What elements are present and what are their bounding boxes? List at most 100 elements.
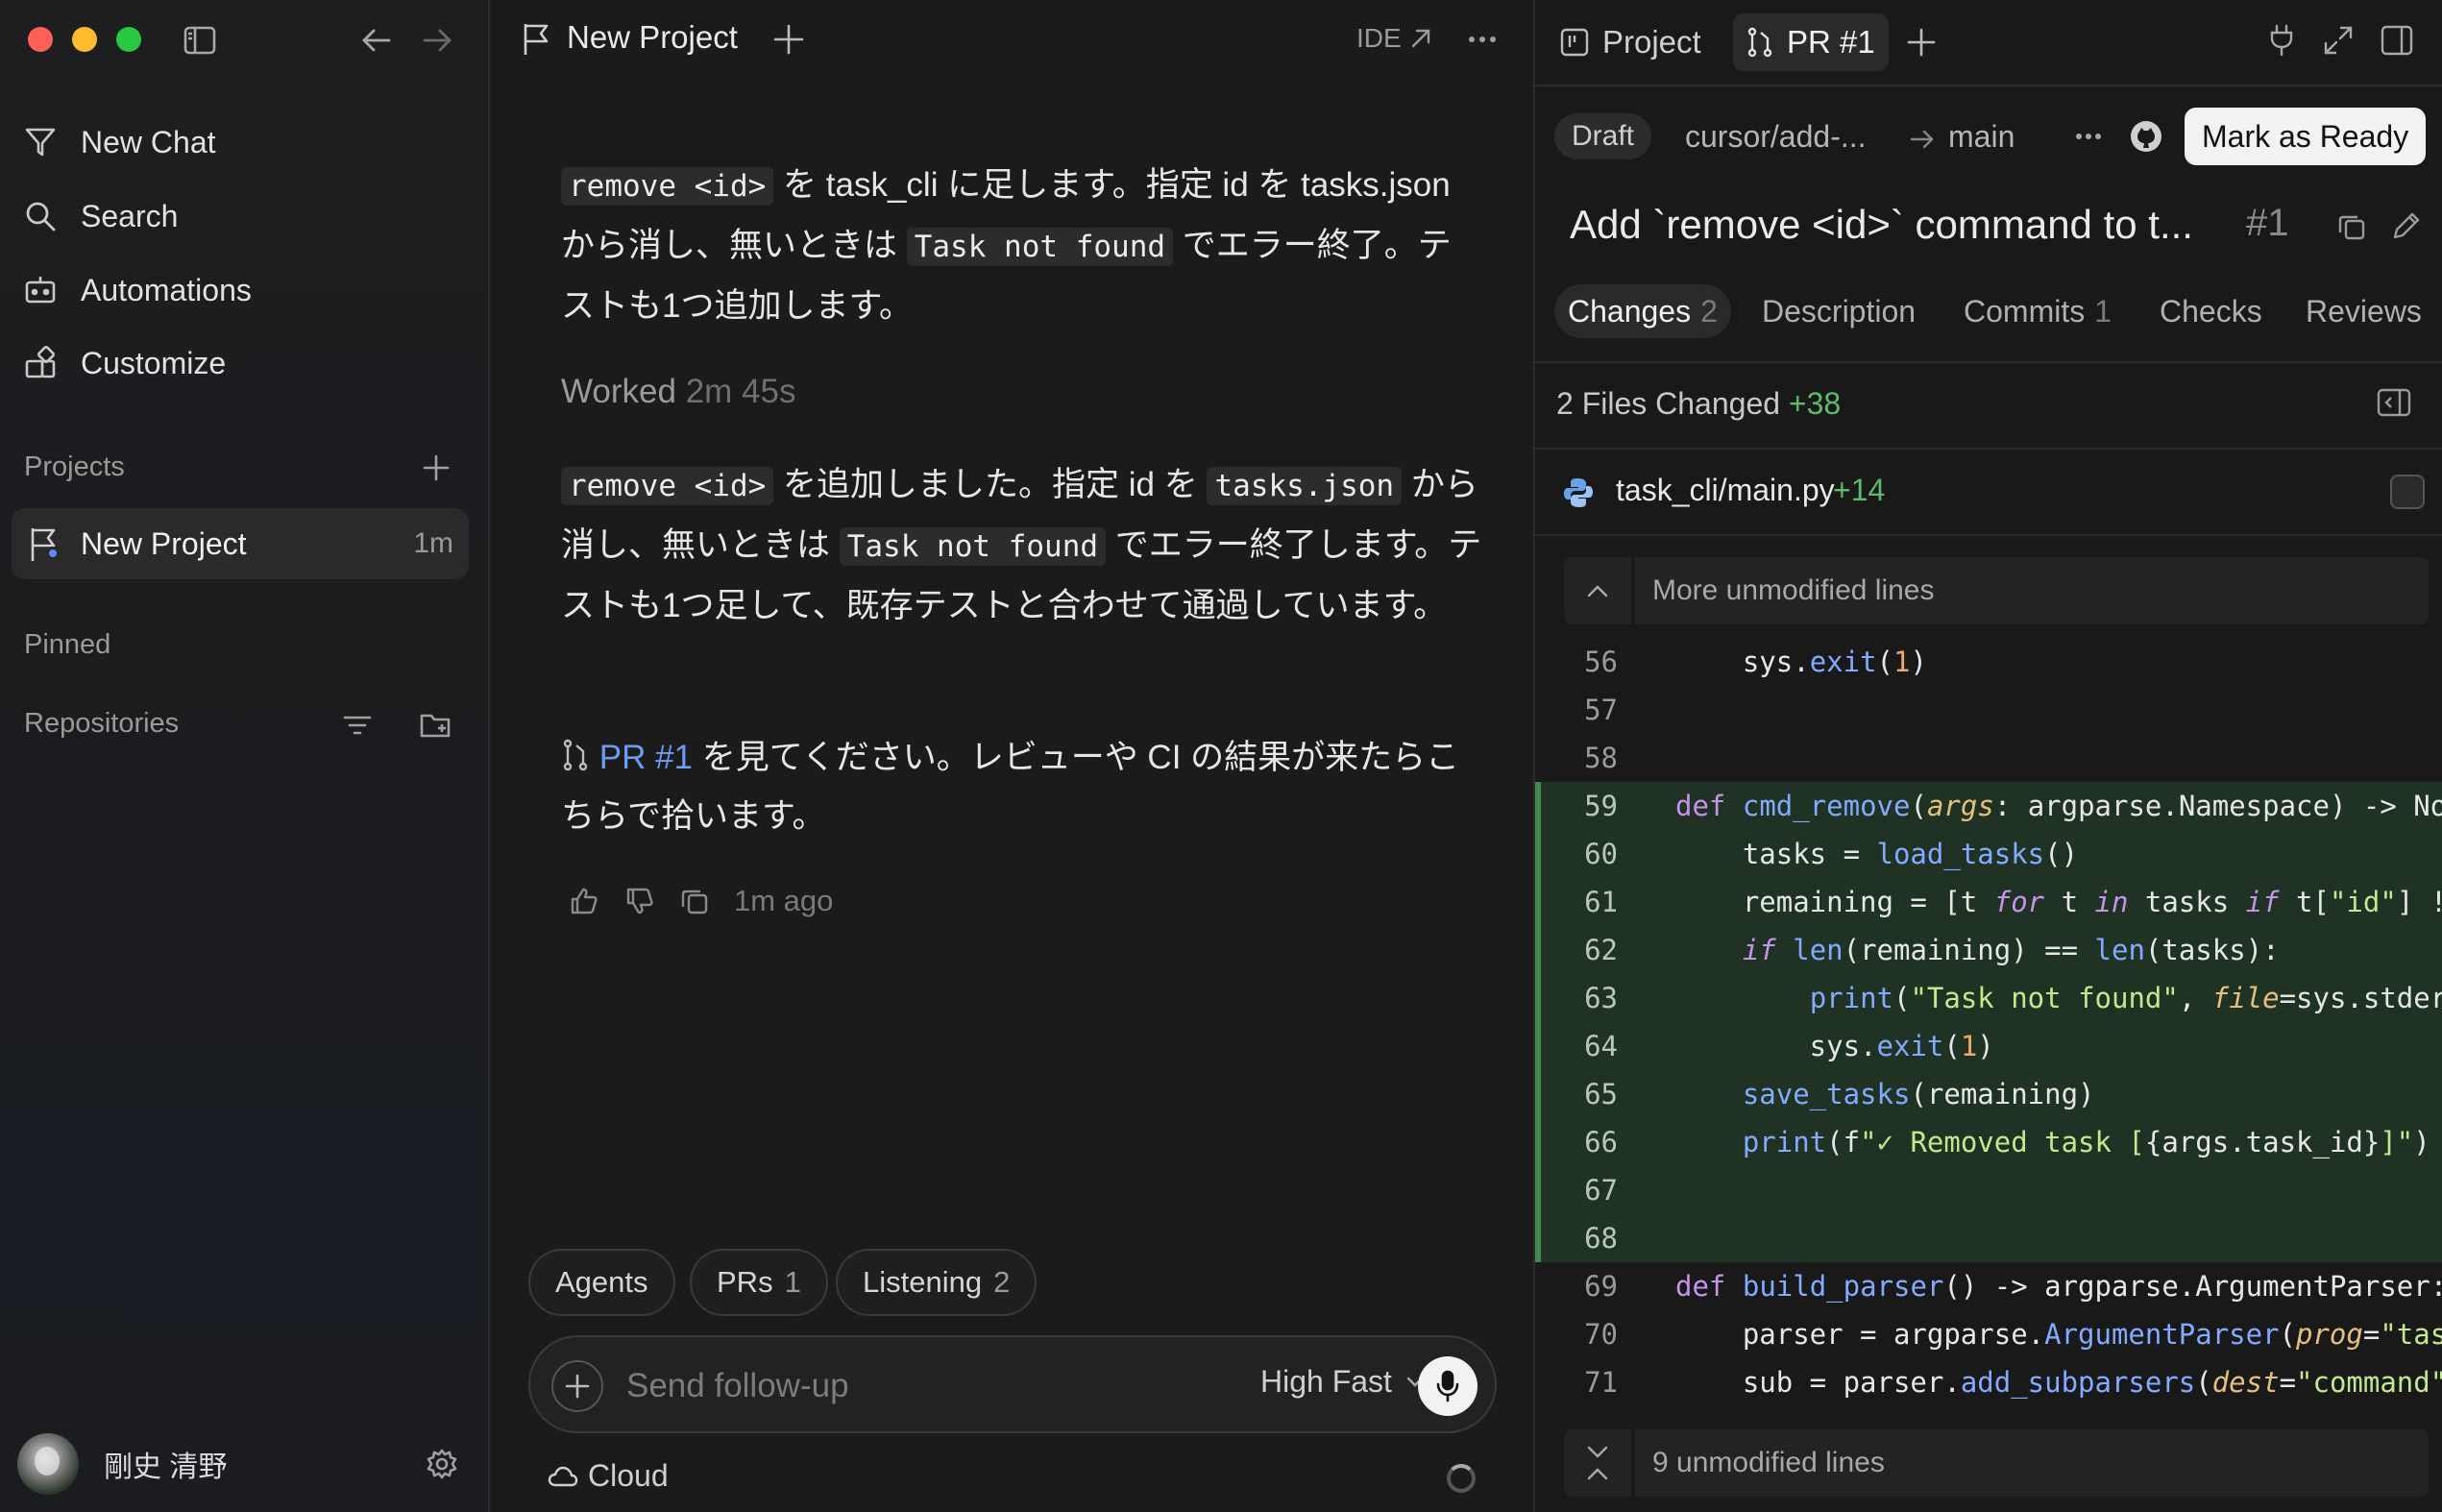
code-line: 70 parser = argparse.ArgumentParser(prog… <box>1535 1310 2442 1358</box>
viewed-checkbox[interactable] <box>2390 475 2425 509</box>
code-line: 69 def build_parser() -> argparse.Argumen… <box>1535 1262 2442 1310</box>
line-number: 66 <box>1584 1126 1618 1158</box>
nav-new-chat[interactable]: New Chat <box>23 113 216 171</box>
edit-pencil-icon[interactable] <box>2390 209 2423 242</box>
minimize-window-button[interactable] <box>72 27 97 52</box>
tab-checks[interactable]: Checks <box>2146 284 2276 338</box>
files-changed-summary: 2 Files Changed +38 <box>1556 386 1841 422</box>
more-options-icon[interactable] <box>2075 132 2102 141</box>
pull-request-icon <box>1747 27 1772 58</box>
prs-pill[interactable]: PRs 1 <box>690 1249 828 1316</box>
code-line: 58 <box>1535 734 2442 782</box>
tab-commits[interactable]: Commits 1 <box>1950 284 2125 338</box>
environment-selector[interactable]: Cloud <box>548 1458 669 1494</box>
pill-label: Agents <box>555 1265 648 1299</box>
search-icon <box>26 202 56 232</box>
tab-pr-1[interactable]: PR #1 <box>1733 13 1889 71</box>
nav-customize[interactable]: Customize <box>23 334 226 392</box>
file-name: task_cli/main.py <box>1616 473 1835 507</box>
pr-meta-bar: Draft cursor/add-... main Mark as Ready <box>1535 108 2442 165</box>
chevron-up-icon[interactable] <box>1564 557 1631 624</box>
toggle-sidebar-icon[interactable] <box>181 21 219 60</box>
attach-plus-button[interactable] <box>551 1360 603 1412</box>
code-line: 56 sys.exit(1) <box>1535 638 2442 686</box>
toggle-panel-icon[interactable] <box>2381 25 2413 56</box>
external-arrow-icon <box>1411 29 1429 48</box>
composer: High Fast <box>528 1335 1497 1433</box>
files-additions: +38 <box>1788 386 1842 421</box>
expand-icon[interactable] <box>2323 25 2354 56</box>
line-number: 65 <box>1584 1078 1618 1110</box>
model-select[interactable]: High Fast <box>1260 1364 1425 1400</box>
project-age: 1m <box>413 527 453 559</box>
nav-automations[interactable]: Automations <box>23 261 252 319</box>
listening-pill[interactable]: Listening 2 <box>836 1249 1038 1316</box>
sidebar-item-new-project[interactable]: New Project 1m <box>12 508 469 579</box>
message-text: を追加しました。指定 id を <box>773 466 1208 503</box>
tab-label: Changes <box>1568 293 1692 329</box>
voice-input-button[interactable] <box>1418 1356 1477 1416</box>
line-number: 70 <box>1584 1318 1618 1351</box>
pr-link[interactable]: PR #1 <box>599 739 693 776</box>
copy-icon[interactable] <box>2336 211 2367 242</box>
filter-icon[interactable] <box>336 704 379 746</box>
user-profile[interactable]: 剛史 清野 <box>17 1433 227 1495</box>
target-branch[interactable]: main <box>1948 119 2015 155</box>
assistant-message-pr: PR #1 を見てください。レビューや CI の結果が来たらこちらで拾います。 <box>561 728 1483 845</box>
loading-spinner-icon <box>1447 1464 1476 1493</box>
line-number: 59 <box>1584 790 1618 822</box>
forward-arrow-icon[interactable] <box>418 21 456 60</box>
chat-pane: New Project IDE remove <id> を task_cli に… <box>490 0 1535 1512</box>
model-label: High Fast <box>1260 1364 1392 1399</box>
github-icon[interactable] <box>2129 119 2163 154</box>
copy-icon[interactable] <box>680 887 709 915</box>
sidebar: New Chat Search Automations Customize Pr… <box>0 0 490 1512</box>
tab-description[interactable]: Description <box>1748 284 1929 338</box>
thumbs-down-icon[interactable] <box>624 886 655 916</box>
add-folder-icon[interactable] <box>415 704 457 746</box>
add-project-icon[interactable] <box>415 447 457 489</box>
expand-lines-icon[interactable] <box>1564 1429 1631 1497</box>
code-line-added: 67 <box>1535 1166 2442 1214</box>
new-tab-plus-icon[interactable] <box>1906 27 1937 58</box>
inline-code: tasks.json <box>1207 467 1403 505</box>
agents-pill[interactable]: Agents <box>528 1249 675 1316</box>
pull-request-icon <box>563 739 588 771</box>
project-name: New Project <box>81 525 247 561</box>
nav-label: Search <box>81 198 179 233</box>
pr-pane-tabs: Project PR #1 <box>1535 0 2442 86</box>
mark-as-ready-button[interactable]: Mark as Ready <box>2185 108 2427 165</box>
settings-gear-icon[interactable] <box>421 1443 463 1485</box>
expand-unmodified-top[interactable]: More unmodified lines <box>1564 557 2429 624</box>
new-tab-plus-icon[interactable] <box>772 23 805 56</box>
collapse-file-tree-icon[interactable] <box>2377 388 2411 417</box>
nav-search[interactable]: Search <box>23 187 178 245</box>
thumbs-up-icon[interactable] <box>569 886 599 916</box>
tab-reviews[interactable]: Reviews <box>2292 284 2435 338</box>
nav-label: Customize <box>81 345 227 380</box>
zoom-window-button[interactable] <box>116 27 141 52</box>
source-branch[interactable]: cursor/add-... <box>1685 119 1867 155</box>
nav-label: Automations <box>81 272 252 307</box>
python-file-icon <box>1564 478 1593 507</box>
close-window-button[interactable] <box>28 27 53 52</box>
user-name: 剛史 清野 <box>104 1451 228 1483</box>
expand-unmodified-bottom[interactable]: 9 unmodified lines <box>1564 1429 2429 1497</box>
follow-up-input[interactable] <box>626 1362 1164 1410</box>
plug-icon[interactable] <box>2267 23 2296 58</box>
code-line-added: 59 def cmd_remove(args: argparse.Namespac… <box>1535 782 2442 830</box>
tab-changes[interactable]: Changes 2 <box>1554 284 1731 338</box>
board-icon <box>1560 28 1589 57</box>
tab-project[interactable]: Project <box>1547 13 1715 71</box>
more-options-icon[interactable] <box>1468 35 1497 44</box>
open-ide-button[interactable]: IDE <box>1356 23 1432 54</box>
divider <box>1535 361 2442 363</box>
worked-duration[interactable]: Worked 2m 45s <box>561 373 795 411</box>
back-arrow-icon[interactable] <box>357 21 396 60</box>
chat-header: New Project IDE <box>490 0 1533 81</box>
line-number: 61 <box>1584 886 1618 918</box>
file-header[interactable]: task_cli/main.py +14 <box>1535 450 2442 534</box>
line-number: 64 <box>1584 1030 1618 1062</box>
repositories-section-label: Repositories <box>24 708 180 739</box>
code-line-added: 62 if len(remaining) == len(tasks): <box>1535 926 2442 974</box>
